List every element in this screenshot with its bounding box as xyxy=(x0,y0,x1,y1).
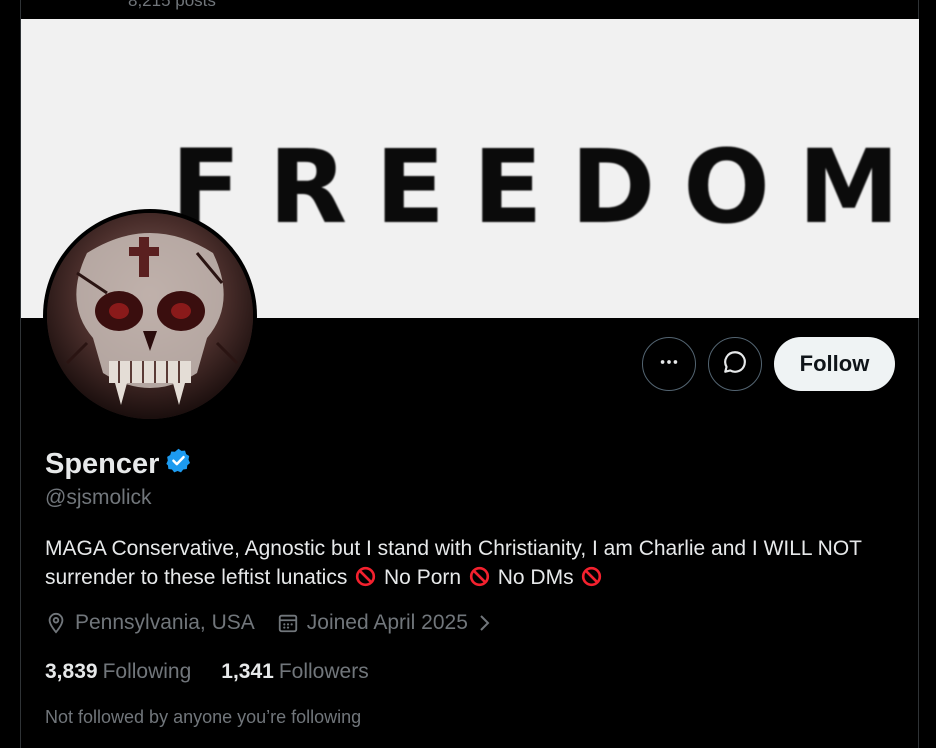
banner-text: FREEDOM xyxy=(171,128,919,247)
following-link[interactable]: 3,839 Following xyxy=(45,660,191,684)
message-icon xyxy=(722,349,748,380)
prohibited-icon xyxy=(356,566,376,587)
avatar-image xyxy=(47,213,253,419)
location: Pennsylvania, USA xyxy=(45,611,255,635)
display-name-row: Spencer xyxy=(45,447,192,482)
message-button[interactable] xyxy=(708,337,762,391)
profile-meta: Pennsylvania, USA Joined April 2025 xyxy=(45,611,514,635)
display-name: Spencer xyxy=(45,448,160,480)
following-label: Following xyxy=(102,660,192,683)
follow-button[interactable]: Follow xyxy=(774,337,895,391)
prohibited-icon xyxy=(469,566,490,587)
verified-badge-icon[interactable] xyxy=(165,447,192,482)
followers-link[interactable]: 1,341 Followers xyxy=(221,660,368,684)
follow-stats: 3,839 Following 1,341 Followers xyxy=(45,660,399,684)
followers-count: 1,341 xyxy=(221,660,274,683)
calendar-icon xyxy=(277,612,299,634)
bio-no-porn: No Porn xyxy=(384,566,462,589)
more-button[interactable] xyxy=(642,337,696,391)
following-count: 3,839 xyxy=(45,660,98,683)
chevron-right-icon xyxy=(476,613,492,633)
more-icon xyxy=(658,351,680,378)
bio-no-dms: No DMs xyxy=(497,566,574,589)
avatar[interactable] xyxy=(43,209,257,423)
joined-date[interactable]: Joined April 2025 xyxy=(277,611,492,635)
prohibited-icon xyxy=(582,566,602,587)
post-count: 8,215 posts xyxy=(128,0,216,10)
location-text: Pennsylvania, USA xyxy=(75,611,255,634)
bio: MAGA Conservative, Agnostic but I stand … xyxy=(45,534,905,592)
followers-label: Followers xyxy=(278,660,369,683)
location-icon xyxy=(45,612,67,634)
not-followed-notice: Not followed by anyone you’re following xyxy=(45,707,362,727)
joined-text: Joined April 2025 xyxy=(306,611,468,634)
handle: @sjsmolick xyxy=(45,486,152,509)
